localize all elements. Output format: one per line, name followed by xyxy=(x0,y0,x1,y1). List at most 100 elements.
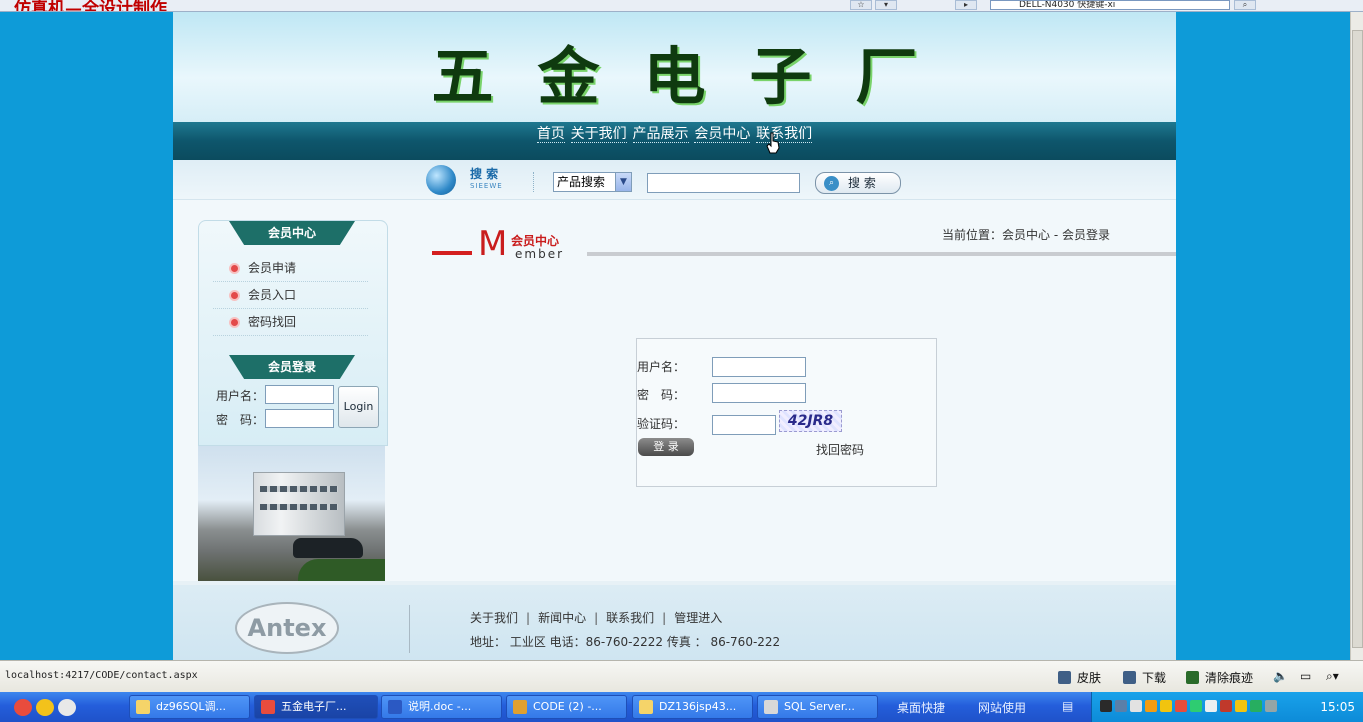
forgot-password-link[interactable]: 找回密码 xyxy=(816,441,864,458)
tray-icon[interactable] xyxy=(1130,700,1142,712)
skin-label: 皮肤 xyxy=(1077,671,1102,685)
tray-icon[interactable] xyxy=(1265,700,1277,712)
sidebar-member-title: 会员中心 xyxy=(229,221,355,245)
footer-link-news[interactable]: 新闻中心 xyxy=(538,611,586,625)
star-icon[interactable]: ☆ xyxy=(850,0,872,10)
search-logo-en: SIEEWE xyxy=(470,182,503,190)
search-logo: 搜 索 SIEEWE xyxy=(470,168,503,192)
taskbar-btn-code[interactable]: CODE (2) -... xyxy=(506,695,627,719)
captcha-input[interactable] xyxy=(712,415,776,435)
system-tray: 15:05 xyxy=(1091,692,1363,722)
qq-icon[interactable] xyxy=(36,699,54,716)
magnifier-icon: ⌕ xyxy=(824,176,839,191)
bullet-icon xyxy=(231,292,238,299)
zoom-icon[interactable]: ⌕▾ xyxy=(1326,669,1339,684)
search-button-label: 搜 索 xyxy=(848,176,876,190)
scrollbar-thumb[interactable] xyxy=(1352,30,1363,648)
taskbar-btn-folder-2[interactable]: DZ136jsp43... xyxy=(632,695,753,719)
go-icon[interactable]: ▸ xyxy=(955,0,977,10)
quick-site-usage[interactable]: 网站使用 xyxy=(978,699,1026,716)
taskbar-btn-word[interactable]: 说明.doc -... xyxy=(381,695,502,719)
nav-about[interactable]: 关于我们 xyxy=(570,126,627,143)
sidebar-login-button[interactable]: Login xyxy=(338,386,379,428)
clear-traces-button[interactable]: 清除痕迹 xyxy=(1186,669,1253,686)
download-icon xyxy=(1123,671,1136,684)
sidebar-item-label: 密码找回 xyxy=(248,315,297,329)
search-input[interactable] xyxy=(647,173,800,193)
taskbar-btn-folder-1[interactable]: dz96SQL调... xyxy=(129,695,250,719)
search-button[interactable]: ⌕ 搜 索 xyxy=(815,172,901,194)
captcha-label: 验证码： xyxy=(637,417,686,431)
scrollbar[interactable] xyxy=(1350,12,1363,660)
tray-icon[interactable] xyxy=(1160,700,1172,712)
sidebar-item-entry[interactable]: 会员入口 xyxy=(213,282,368,309)
browser-title-fragment: 仿真机—全设计制作 xyxy=(14,0,167,12)
tray-icon[interactable] xyxy=(1220,700,1232,712)
chevron-down-icon[interactable]: ▼ xyxy=(615,173,631,191)
download-button[interactable]: 下载 xyxy=(1123,669,1166,686)
tray-icon[interactable] xyxy=(1250,700,1262,712)
search-category-select[interactable]: 产品搜索 ▼ xyxy=(553,172,632,192)
sidebar-item-recover[interactable]: 密码找回 xyxy=(213,309,368,336)
nav-member[interactable]: 会员中心 xyxy=(694,126,751,143)
footer-links: 关于我们 | 新闻中心 | 联系我们 | 管理进入 xyxy=(470,611,723,625)
skin-button[interactable]: 皮肤 xyxy=(1058,669,1101,686)
tray-icons xyxy=(1100,700,1280,715)
taskbar-btn-label: SQL Server... xyxy=(784,700,855,713)
nav-contact[interactable]: 联系我们 xyxy=(756,126,813,143)
nav-products[interactable]: 产品展示 xyxy=(632,126,689,143)
footer-link-admin[interactable]: 管理进入 xyxy=(674,611,722,625)
browser-toolbar: 仿真机—全设计制作 ☆ ▾ ▸ DELL-N4030 快捷键-xi ⌕ xyxy=(0,0,1363,12)
tray-icon[interactable] xyxy=(1145,700,1157,712)
chrome-icon[interactable] xyxy=(14,699,32,716)
footer: Antex 关于我们 | 新闻中心 | 联系我们 | 管理进入 地址： 工业区 电话：86-… xyxy=(173,581,1176,660)
captcha-image[interactable]: 42JR8 xyxy=(779,410,842,432)
tray-icon[interactable] xyxy=(1100,700,1112,712)
volume-icon[interactable]: 🔈 xyxy=(1273,669,1288,683)
section-subtitle: ember xyxy=(515,247,565,261)
sidebar-username-label: 用户名： xyxy=(216,389,265,403)
tray-icon[interactable] xyxy=(1175,700,1187,712)
window-icon[interactable]: ▭ xyxy=(1300,669,1311,683)
sidebar-login-title: 会员登录 xyxy=(229,355,355,379)
taskbar-btn-label: DZ136jsp43... xyxy=(659,700,737,713)
tray-icon[interactable] xyxy=(1115,700,1127,712)
sidebar-password-input[interactable] xyxy=(265,409,334,428)
password-input[interactable] xyxy=(712,383,806,403)
tray-icon[interactable] xyxy=(1190,700,1202,712)
status-url: localhost:4217/CODE/contact.aspx xyxy=(5,670,198,681)
mouse-icon[interactable] xyxy=(58,699,76,716)
sql-server-icon xyxy=(764,700,778,714)
footer-link-contact[interactable]: 联系我们 xyxy=(606,611,654,625)
sidebar-item-apply[interactable]: 会员申请 xyxy=(213,255,368,282)
factory-windows xyxy=(260,486,338,492)
browser-search-box[interactable]: DELL-N4030 快捷键-xi xyxy=(990,0,1230,10)
download-label: 下载 xyxy=(1142,671,1167,685)
clear-traces-label: 清除痕迹 xyxy=(1205,671,1254,685)
nav-home[interactable]: 首页 xyxy=(536,126,565,143)
username-input[interactable] xyxy=(712,357,806,377)
search-icon[interactable]: ⌕ xyxy=(1234,0,1256,10)
browser-statusbar: localhost:4217/CODE/contact.aspx 皮肤 下载 清… xyxy=(0,660,1363,692)
section-divider xyxy=(587,252,1176,256)
dropdown-icon[interactable]: ▾ xyxy=(875,0,897,10)
sidebar-username-input[interactable] xyxy=(265,385,334,404)
taskbar-btn-browser[interactable]: 五金电子厂... xyxy=(254,695,378,719)
tray-icon[interactable] xyxy=(1235,700,1247,712)
login-submit-button[interactable]: 登 录 xyxy=(638,438,694,456)
quick-launch xyxy=(14,699,80,719)
footer-link-about[interactable]: 关于我们 xyxy=(470,611,518,625)
factory-photo xyxy=(198,446,385,581)
footer-divider xyxy=(409,605,410,653)
sidebar-item-label: 会员入口 xyxy=(248,288,297,302)
quick-desktop-shortcut[interactable]: 桌面快捷 xyxy=(897,699,945,716)
taskbar-btn-sql[interactable]: SQL Server... xyxy=(757,695,878,719)
taskbar-btn-label: 说明.doc -... xyxy=(408,700,472,713)
keyboard-icon[interactable]: ▤ xyxy=(1062,699,1073,713)
globe-icon xyxy=(426,165,456,195)
factory-windows xyxy=(260,504,338,510)
login-form: 用户名： 密 码： 验证码： 42JR8 登 录 找回密码 xyxy=(636,338,937,487)
skin-icon xyxy=(1058,671,1071,684)
tray-icon[interactable] xyxy=(1205,700,1217,712)
word-icon xyxy=(388,700,402,714)
